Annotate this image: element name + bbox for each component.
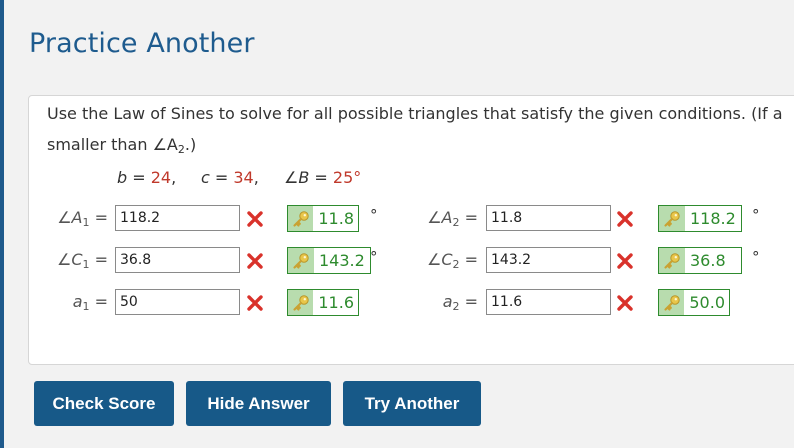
- given-c-label: c: [201, 168, 210, 187]
- var-subscript: 2: [452, 258, 460, 271]
- correct-answer-value: 11.8: [318, 209, 354, 228]
- right-label-row-1: ∠A2 =: [427, 208, 478, 229]
- var-name: a: [72, 292, 83, 311]
- degree-unit: °: [370, 206, 378, 224]
- given-B-label: ∠B: [284, 168, 310, 187]
- instructions-line2: smaller than ∠A2.): [47, 129, 794, 165]
- right-correct-answer-row-1: 118.2: [658, 205, 742, 232]
- left-correct-answer-row-1: 11.8: [287, 205, 359, 232]
- correct-answer-value: 143.2: [319, 251, 365, 270]
- var-subscript: 2: [452, 216, 460, 229]
- page-title: Practice Another: [29, 28, 255, 59]
- left-correct-answer-row-3: 11.6: [287, 289, 359, 316]
- key-icon: [659, 206, 685, 231]
- instructions-line2-end: .): [184, 135, 197, 154]
- key-icon: [288, 290, 314, 315]
- given-b-label: b: [117, 168, 128, 187]
- left-answer-input-row-2[interactable]: 36.8: [115, 247, 240, 273]
- degree-unit: °: [752, 248, 760, 266]
- var-subscript: 2: [452, 300, 460, 313]
- var-name: ∠C: [56, 250, 83, 269]
- incorrect-x-icon: [617, 211, 633, 227]
- key-icon: [288, 248, 314, 273]
- right-answer-input-row-3[interactable]: 11.6: [486, 289, 611, 315]
- instructions-line2-sub: 2: [177, 143, 185, 156]
- var-name: a: [442, 292, 453, 311]
- left-label-row-3: a1 =: [72, 292, 108, 313]
- right-correct-answer-row-2: 36.8: [658, 247, 742, 274]
- left-label-row-2: ∠C1 =: [56, 250, 108, 271]
- key-icon: [659, 248, 685, 273]
- degree-unit: °: [370, 248, 378, 266]
- given-b: b = 24,: [117, 168, 177, 187]
- incorrect-x-icon: [247, 211, 263, 227]
- instructions-line2-text: smaller than ∠A: [47, 135, 178, 154]
- given-B: ∠B = 25°: [284, 168, 362, 187]
- left-correct-answer-row-2: 143.2: [287, 247, 371, 274]
- left-answer-input-row-1[interactable]: 118.2: [115, 205, 240, 231]
- hide-answer-button[interactable]: Hide Answer: [186, 381, 331, 426]
- correct-answer-value: 11.6: [318, 293, 354, 312]
- correct-answer-value: 50.0: [689, 293, 725, 312]
- key-icon: [288, 206, 314, 231]
- incorrect-x-icon: [247, 295, 263, 311]
- check-score-button[interactable]: Check Score: [34, 381, 174, 426]
- right-label-row-3: a2 =: [442, 292, 478, 313]
- left-label-row-1: ∠A1 =: [57, 208, 108, 229]
- var-subscript: 1: [82, 258, 90, 271]
- instructions-line1: Use the Law of Sines to solve for all po…: [47, 104, 783, 123]
- right-correct-answer-row-3: 50.0: [658, 289, 730, 316]
- right-answer-input-row-1[interactable]: 11.8: [486, 205, 611, 231]
- try-another-button[interactable]: Try Another: [343, 381, 481, 426]
- given-B-value: 25°: [332, 168, 362, 187]
- left-accent-bar: [0, 0, 4, 448]
- var-subscript: 1: [82, 216, 90, 229]
- var-name: ∠A: [427, 208, 453, 227]
- key-icon: [659, 290, 685, 315]
- var-subscript: 1: [82, 300, 90, 313]
- var-name: ∠A: [57, 208, 83, 227]
- left-answer-input-row-3[interactable]: 50: [115, 289, 240, 315]
- instructions: Use the Law of Sines to solve for all po…: [47, 98, 794, 165]
- right-answer-input-row-2[interactable]: 143.2: [486, 247, 611, 273]
- given-c-value: 34: [233, 168, 254, 187]
- incorrect-x-icon: [247, 253, 263, 269]
- given-b-value: 24: [150, 168, 172, 187]
- correct-answer-value: 36.8: [690, 251, 726, 270]
- var-name: ∠C: [426, 250, 453, 269]
- given-c: c = 34,: [201, 168, 259, 187]
- correct-answer-value: 118.2: [690, 209, 736, 228]
- incorrect-x-icon: [617, 295, 633, 311]
- incorrect-x-icon: [617, 253, 633, 269]
- degree-unit: °: [752, 206, 760, 224]
- right-label-row-2: ∠C2 =: [426, 250, 478, 271]
